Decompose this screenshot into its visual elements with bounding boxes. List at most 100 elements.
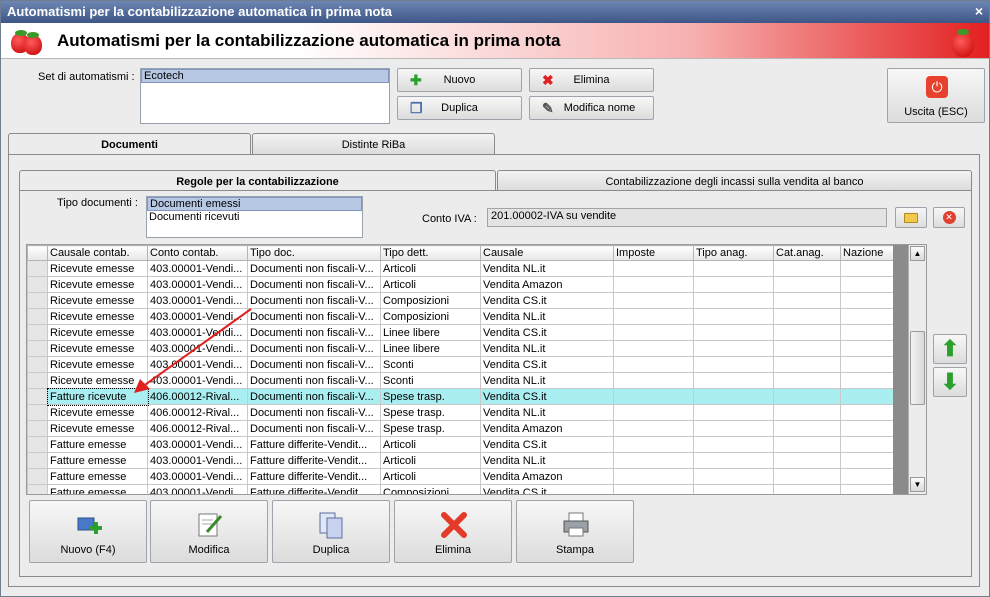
table-cell[interactable] [840,404,894,421]
table-cell[interactable] [613,308,694,325]
grid-column-header[interactable]: Imposte [613,245,694,261]
table-cell[interactable] [693,276,774,293]
table-cell[interactable]: Articoli [380,452,481,469]
table-cell[interactable] [773,436,841,453]
table-cell[interactable] [613,372,694,389]
table-cell[interactable] [693,468,774,485]
table-row[interactable]: Fatture emesse 403.00001-Vendi... Fatture … [27,436,894,453]
table-cell[interactable]: Documenti non fiscali-V... [247,276,381,293]
table-cell[interactable] [693,484,774,494]
tab-distinte-riba[interactable]: Distinte RiBa [252,133,495,154]
table-cell[interactable] [773,484,841,494]
table-cell[interactable] [773,308,841,325]
table-cell[interactable] [613,260,694,277]
scroll-thumb[interactable] [910,331,925,405]
table-cell[interactable] [840,292,894,309]
stampa-button[interactable]: Stampa [516,500,634,563]
tab-regole[interactable]: Regole per la contabilizzazione [19,170,496,192]
table-cell[interactable]: 403.00001-Vendi... [147,484,248,494]
modifica-button[interactable]: Modifica [150,500,268,563]
table-cell[interactable]: Documenti non fiscali-V... [247,388,381,405]
table-cell[interactable] [773,260,841,277]
row-indicator[interactable] [27,468,48,485]
table-cell[interactable] [613,420,694,437]
table-cell[interactable]: 403.00001-Vendi... [147,452,248,469]
nuovo-f4-button[interactable]: Nuovo (F4) [29,500,147,563]
table-cell[interactable] [840,308,894,325]
table-cell[interactable]: Documenti non fiscali-V... [247,292,381,309]
table-cell[interactable]: Documenti non fiscali-V... [247,324,381,341]
table-cell[interactable]: Vendita CS.it [480,356,614,373]
table-row[interactable]: Ricevute emesse403.00001-Vendi...Documen… [27,276,894,293]
table-cell[interactable] [693,452,774,469]
table-cell[interactable]: Fatture emesse [47,468,148,485]
table-cell[interactable]: Vendita CS.it [480,484,614,494]
set-listbox[interactable]: Ecotech [140,68,390,124]
table-cell[interactable]: Vendita Amazon [480,420,614,437]
table-cell[interactable]: Spese trasp. [380,388,481,405]
table-cell[interactable]: Fatture differite-Vendit... [247,468,381,485]
table-cell[interactable]: Vendita NL.it [480,404,614,421]
row-indicator[interactable] [27,420,48,437]
table-cell[interactable]: Articoli [380,468,481,485]
table-row[interactable]: Fatture emesse 403.00001-Vendi... Fatture … [27,468,894,485]
elimina-button[interactable]: Elimina [394,500,512,563]
row-indicator[interactable] [27,260,48,277]
table-cell[interactable]: Vendita CS.it [480,388,614,405]
table-cell[interactable]: 403.00001-Vendi... [147,276,248,293]
table-cell[interactable]: Documenti non fiscali-V... [247,420,381,437]
table-cell[interactable]: Vendita NL.it [480,340,614,357]
table-cell[interactable]: Fatture emesse [47,484,148,494]
grid-column-header[interactable]: Conto contab. [147,245,248,261]
table-cell[interactable]: Fatture differite-Vendit... [247,436,381,453]
table-cell[interactable] [613,292,694,309]
table-cell[interactable] [840,324,894,341]
move-down-button[interactable]: ⬇ [933,367,967,397]
table-cell[interactable]: Documenti non fiscali-V... [247,356,381,373]
table-cell[interactable]: Ricevute emesse [47,276,148,293]
table-cell[interactable] [613,404,694,421]
table-cell[interactable]: Composizioni [380,484,481,494]
row-indicator[interactable] [27,308,48,325]
table-cell[interactable] [613,276,694,293]
grid-column-header[interactable]: Tipo doc. [247,245,381,261]
close-icon[interactable]: × [975,3,983,19]
tab-incassi-banco[interactable]: Contabilizzazione degli incassi sulla ve… [497,170,972,190]
row-indicator[interactable] [27,388,48,405]
table-cell[interactable] [840,356,894,373]
table-cell[interactable]: 406.00012-Rival... [147,420,248,437]
row-indicator[interactable] [27,484,48,494]
row-indicator[interactable] [27,356,48,373]
table-cell[interactable] [693,260,774,277]
table-cell[interactable] [840,436,894,453]
table-cell[interactable] [773,340,841,357]
table-cell[interactable] [693,292,774,309]
table-row[interactable]: Fatture emesse 403.00001-Vendi... Fatture … [27,484,894,494]
row-indicator[interactable] [27,324,48,341]
table-cell[interactable] [613,452,694,469]
table-cell[interactable] [613,484,694,494]
tab-documenti[interactable]: Documenti [8,133,251,156]
scroll-up-icon[interactable]: ▲ [910,246,925,261]
tipo-documenti-item-selected[interactable]: Documenti emessi [147,197,362,211]
grid-column-header[interactable]: Tipo dett. [380,245,481,261]
conto-iva-field[interactable]: 201.00002-IVA su vendite [487,208,887,227]
table-cell[interactable]: Vendita CS.it [480,436,614,453]
table-cell[interactable] [773,468,841,485]
nuovo-button[interactable]: ✚ Nuovo [397,68,522,92]
table-cell[interactable]: Fatture emesse [47,436,148,453]
table-cell[interactable] [773,404,841,421]
table-cell[interactable]: Articoli [380,260,481,277]
table-cell[interactable]: Composizioni [380,292,481,309]
clear-button[interactable]: ✕ [933,207,965,228]
table-cell[interactable]: Linee libere [380,340,481,357]
table-cell[interactable]: Documenti non fiscali-V... [247,308,381,325]
table-cell[interactable]: Composizioni [380,308,481,325]
table-cell[interactable] [773,388,841,405]
table-row[interactable]: Ricevute emesse 406.00012-Rival... Documen… [27,404,894,421]
row-indicator[interactable] [27,340,48,357]
move-up-button[interactable]: ⬆ [933,334,967,364]
table-cell[interactable]: Spese trasp. [380,420,481,437]
grid-column-header[interactable]: Causale [480,245,614,261]
table-cell[interactable] [693,404,774,421]
